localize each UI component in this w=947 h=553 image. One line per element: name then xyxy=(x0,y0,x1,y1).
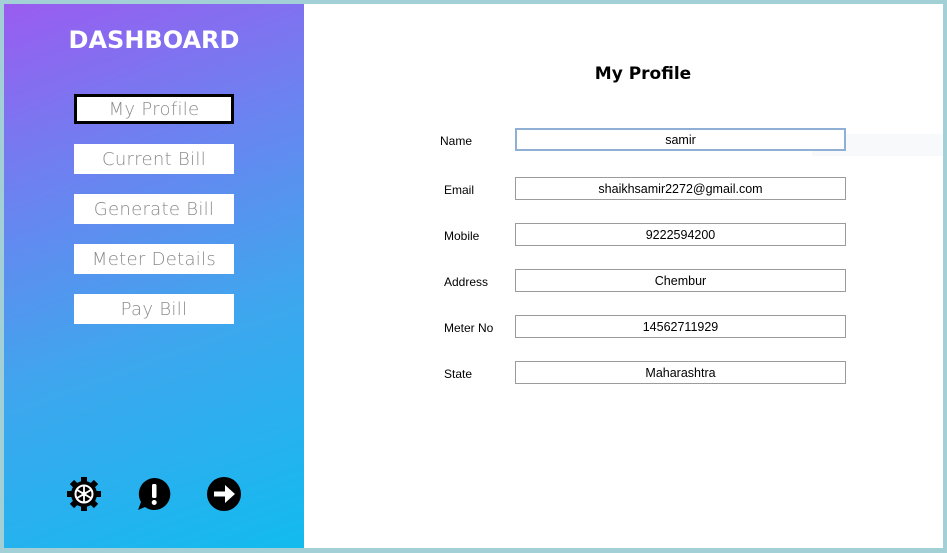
settings-icon[interactable] xyxy=(66,476,102,512)
nav-meter-details-button[interactable]: Meter Details xyxy=(74,244,234,274)
nav-current-bill-button[interactable]: Current Bill xyxy=(74,144,234,174)
address-label: Address xyxy=(444,275,489,289)
mobile-label: Mobile xyxy=(444,229,480,243)
state-label: State xyxy=(444,367,473,381)
sidebar: DASHBOARD My Profile Current Bill Genera… xyxy=(4,4,304,548)
app-window: DASHBOARD My Profile Current Bill Genera… xyxy=(4,4,943,548)
profile-panel: My Profile Name Email Mobile Address Met… xyxy=(304,4,943,548)
logout-icon[interactable] xyxy=(206,476,242,512)
meter-no-label: Meter No xyxy=(444,321,494,335)
alert-icon[interactable] xyxy=(136,476,172,512)
nav-pay-bill-button[interactable]: Pay Bill xyxy=(74,294,234,324)
mobile-field[interactable] xyxy=(515,223,846,246)
page-title: My Profile xyxy=(594,64,692,84)
name-label: Name xyxy=(440,134,473,148)
email-field[interactable] xyxy=(515,177,846,200)
email-label: Email xyxy=(444,183,475,197)
name-field[interactable] xyxy=(515,128,846,151)
meter-no-field[interactable] xyxy=(515,315,846,338)
nav-my-profile-button[interactable]: My Profile xyxy=(74,94,234,124)
address-field[interactable] xyxy=(515,269,846,292)
state-field[interactable] xyxy=(515,361,846,384)
nav-generate-bill-button[interactable]: Generate Bill xyxy=(74,194,234,224)
dashboard-title: DASHBOARD xyxy=(68,26,240,54)
